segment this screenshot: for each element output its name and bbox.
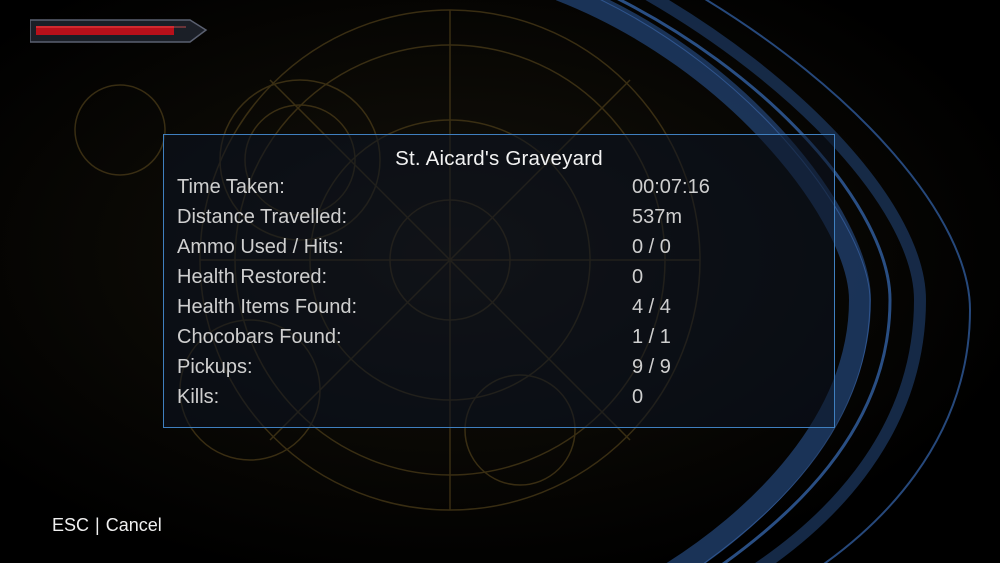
stat-value: 1 / 1	[632, 326, 671, 348]
stat-value: 0 / 0	[632, 236, 671, 258]
stat-label: Time Taken:	[177, 176, 285, 198]
cancel-prompt[interactable]: ESC | Cancel	[52, 515, 162, 536]
stat-value: 537m	[632, 206, 683, 228]
stat-row-ammo-used-hits: Ammo Used / Hits: 0 / 0	[164, 236, 834, 266]
stat-row-time-taken: Time Taken: 00:07:16	[164, 176, 834, 206]
stat-row-pickups: Pickups: 9 / 9	[164, 356, 834, 386]
stat-value: 0	[632, 386, 644, 408]
level-summary-panel: St. Aicard's Graveyard Time Taken: 00:07…	[163, 134, 835, 428]
stat-value: 0	[632, 266, 644, 288]
cancel-label: Cancel	[105, 515, 162, 535]
stat-value: 4 / 4	[632, 296, 671, 318]
stat-value: 00:07:16	[632, 176, 710, 198]
stat-label: Health Restored:	[177, 266, 328, 288]
stat-row-health-items-found: Health Items Found: 4 / 4	[164, 296, 834, 326]
stat-row-health-restored: Health Restored: 0	[164, 266, 834, 296]
esc-key-label: ESC	[52, 515, 90, 535]
stat-row-kills: Kills: 0	[164, 386, 834, 416]
stat-row-chocobars-found: Chocobars Found: 1 / 1	[164, 326, 834, 356]
stat-value: 9 / 9	[632, 356, 671, 378]
level-title: St. Aicard's Graveyard	[395, 147, 603, 170]
stat-label: Chocobars Found:	[177, 326, 342, 348]
prompt-separator: |	[95, 515, 100, 535]
health-bar	[30, 19, 208, 43]
stat-label: Ammo Used / Hits:	[177, 236, 344, 258]
stat-label: Distance Travelled:	[177, 206, 348, 228]
stat-label: Kills:	[177, 386, 220, 408]
stat-row-distance-travelled: Distance Travelled: 537m	[164, 206, 834, 236]
stat-label: Pickups:	[177, 356, 253, 378]
stat-label: Health Items Found:	[177, 296, 358, 318]
